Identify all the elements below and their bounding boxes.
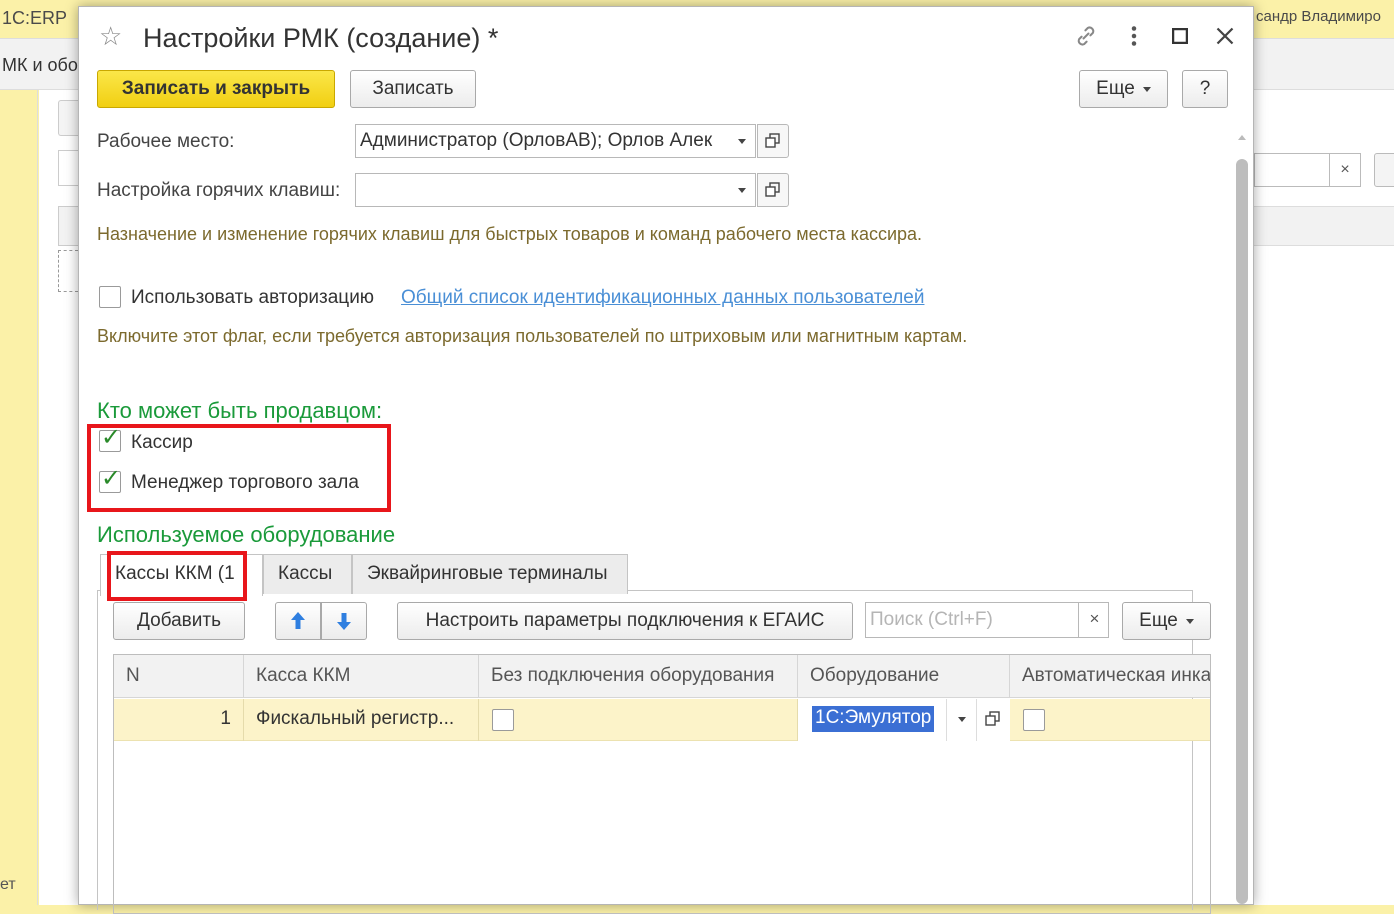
row-number: 1 [114, 699, 244, 741]
column-header-equipment[interactable]: Оборудование [798, 655, 1010, 698]
workplace-dropdown-icon[interactable] [728, 124, 756, 158]
add-button[interactable]: Добавить [113, 602, 245, 640]
save-button[interactable]: Записать [350, 70, 476, 108]
column-header-no-equipment[interactable]: Без подключения оборудования [479, 655, 798, 698]
left-panel: ет [0, 90, 38, 905]
background-table-header-right [1254, 206, 1394, 246]
row-auto-cell [1010, 699, 1210, 741]
hotkeys-field[interactable] [355, 173, 729, 207]
search-input[interactable]: Поиск (Ctrl+F) [865, 602, 1109, 638]
column-header-n[interactable]: N [114, 655, 244, 698]
equipment-dropdown-icon[interactable] [946, 699, 976, 741]
link-icon[interactable] [1069, 21, 1103, 55]
egais-settings-button[interactable]: Настроить параметры подключения к ЕГАИС [397, 602, 853, 640]
column-header-kassa[interactable]: Касса ККМ [244, 655, 479, 698]
arrow-up-icon [291, 612, 305, 629]
row-kassa[interactable]: Фискальный регистр... [244, 699, 479, 741]
table-more-label: Еще [1139, 610, 1178, 631]
use-auth-checkbox[interactable] [99, 286, 121, 308]
maximize-icon[interactable] [1163, 21, 1197, 55]
hotkeys-hint: Назначение и изменение горячих клавиш дл… [97, 224, 923, 244]
more-vertical-icon[interactable] [1117, 21, 1151, 55]
no-equipment-checkbox[interactable] [492, 709, 514, 731]
background-table-header [58, 206, 78, 246]
more-button-label: Еще [1096, 78, 1135, 99]
user-name[interactable]: сандр Владимиро [1256, 8, 1381, 25]
open-window-icon [765, 133, 780, 148]
seller-section-title: Кто может быть продавцом: [97, 398, 383, 423]
auto-checkbox[interactable] [1023, 709, 1045, 731]
tab-kassy[interactable]: Кассы [263, 554, 352, 594]
background-search-input[interactable] [1254, 153, 1330, 187]
auth-list-link[interactable]: Общий список идентификационных данных по… [401, 287, 924, 309]
equipment-value[interactable]: 1С:Эмулятор [812, 706, 935, 732]
background-search-button[interactable] [1374, 153, 1394, 187]
open-window-icon [765, 182, 780, 197]
move-up-button[interactable] [275, 602, 321, 640]
settings-window: ☆ Настройки РМК (создание) * Записать и … [78, 6, 1254, 914]
row-no-equipment-cell [479, 699, 798, 741]
background-button[interactable] [58, 100, 78, 136]
more-button[interactable]: Еще [1079, 70, 1168, 108]
chevron-down-icon [1185, 618, 1194, 624]
workplace-open-button[interactable] [757, 124, 789, 158]
equipment-section-title: Используемое оборудование [97, 522, 396, 547]
tab-acquiring-terminals[interactable]: Эквайринговые терминалы [352, 554, 628, 594]
window-title: Настройки РМК (создание) * [143, 23, 499, 53]
highlight-box-tab [107, 551, 247, 601]
auth-hint: Включите этот флаг, если требуется автор… [97, 326, 968, 346]
left-panel-text: ет [0, 876, 16, 893]
background-field[interactable] [58, 150, 78, 186]
use-auth-label[interactable]: Использовать авторизацию [131, 287, 374, 309]
close-icon[interactable] [1208, 21, 1242, 55]
equipment-open-button[interactable] [976, 699, 1010, 741]
background-table-row[interactable] [58, 250, 78, 292]
scroll-up-icon[interactable] [1238, 135, 1246, 140]
search-clear-icon[interactable]: × [1078, 602, 1110, 638]
hotkeys-open-button[interactable] [757, 173, 789, 207]
kkm-table: N Касса ККМ Без подключения оборудования… [113, 654, 1211, 914]
open-window-icon [985, 711, 1000, 726]
hotkeys-dropdown-icon[interactable] [728, 173, 756, 207]
workplace-label: Рабочее место: [97, 131, 235, 152]
workplace-field[interactable]: Администратор (ОрловАВ); Орлов Алек [355, 124, 729, 158]
chevron-down-icon [1142, 86, 1151, 92]
table-row[interactable]: 1 Фискальный регистр... 1С:Эмулятор [114, 699, 1210, 741]
move-down-button[interactable] [321, 602, 367, 640]
scrollbar-thumb[interactable] [1236, 159, 1248, 904]
favorite-star-icon[interactable]: ☆ [99, 23, 122, 49]
help-button[interactable]: ? [1182, 70, 1228, 108]
arrow-down-icon [337, 613, 351, 630]
column-header-auto[interactable]: Автоматическая инка [1010, 655, 1210, 698]
table-more-button[interactable]: Еще [1122, 602, 1211, 640]
highlight-box-seller [87, 424, 391, 512]
open-window-tab[interactable]: МК и обо [2, 55, 78, 76]
hotkeys-label: Настройка горячих клавиш: [97, 180, 341, 201]
background-search-clear[interactable]: × [1329, 153, 1361, 187]
save-and-close-button[interactable]: Записать и закрыть [97, 70, 335, 108]
app-title: 1С:ERP [2, 8, 68, 28]
